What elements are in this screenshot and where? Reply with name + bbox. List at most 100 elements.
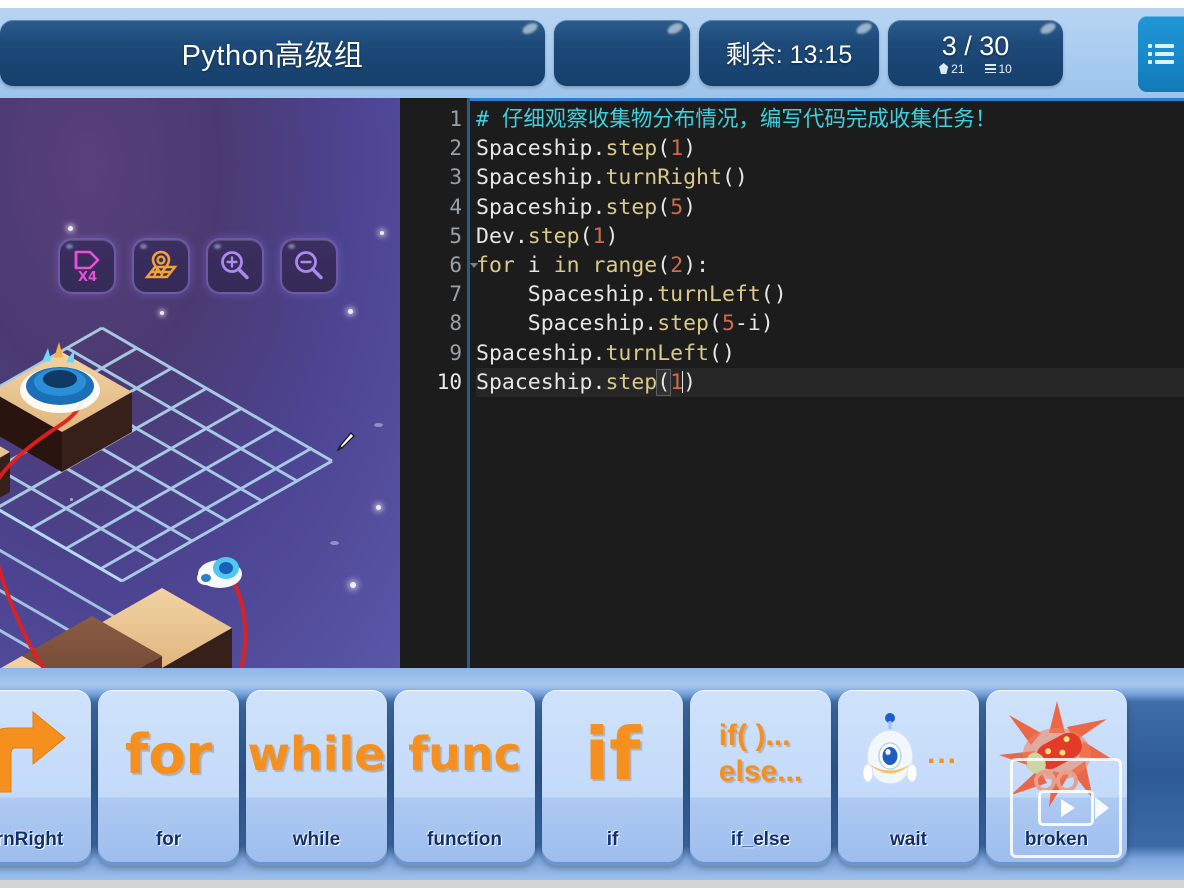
main-area: X4 1 2 3 4 5 6 7 8 9 10 # 仔细观察收集物分布情况，编写… [0, 98, 1184, 668]
block-button-broken[interactable]: broken [986, 690, 1127, 862]
code-token: ( [657, 136, 671, 162]
block-button-wait[interactable]: ... wait [838, 690, 979, 862]
code-token: turnRight [605, 165, 722, 191]
timer-label: 剩余: 13:15 [725, 41, 853, 69]
explosion-icon [998, 701, 1115, 807]
menu-button[interactable] [1138, 16, 1184, 92]
star-decoration [68, 226, 73, 231]
code-line[interactable]: Spaceship.turnRight() [476, 163, 1184, 192]
code-line[interactable]: Spaceship.step(5) [476, 193, 1184, 222]
code-token: ) [605, 223, 619, 249]
map-button[interactable] [132, 238, 190, 294]
code-line[interactable]: # 仔细观察收集物分布情况，编写代码完成收集任务！ [476, 105, 1184, 134]
map-icon [144, 250, 178, 279]
code-token: -i [734, 311, 761, 337]
code-token: ( [657, 252, 671, 278]
code-token: step [605, 194, 658, 220]
block-label: if [606, 829, 619, 850]
code-token: Spaceship. [476, 165, 606, 191]
code-token: () [721, 165, 748, 191]
zoom-out-button[interactable] [280, 238, 338, 294]
block-button-if_else[interactable]: if( )... else... if_else [690, 690, 831, 862]
code-line[interactable]: Spaceship.turnLeft() [476, 280, 1184, 309]
code-token: ): [683, 252, 710, 278]
code-token: turnLeft [605, 340, 710, 366]
svg-text:X4: X4 [78, 270, 97, 283]
keyword-art-text: if [584, 712, 641, 796]
code-token: range [592, 252, 658, 278]
block-list: turnRightforforwhilewhilefuncfunctionifi… [0, 690, 1184, 868]
code-line[interactable]: Spaceship.step(1) [476, 134, 1184, 163]
zoom-out-icon [295, 251, 323, 280]
zoom-in-button[interactable] [206, 238, 264, 294]
page-title: Python高级组 [181, 40, 364, 72]
if-else-art-text: if( )... else... [718, 719, 803, 788]
game-tool-bar: X4 [58, 238, 338, 294]
bottom-strip [0, 880, 1184, 888]
code-token: Spaceship. [476, 194, 606, 220]
code-line[interactable]: Spaceship.step(5-i) [476, 309, 1184, 338]
code-token: ( [579, 223, 593, 249]
block-button-function[interactable]: func function [394, 690, 535, 862]
portal-target [20, 342, 100, 413]
star-decoration [380, 231, 384, 235]
speed-x4-button[interactable]: X4 [58, 238, 116, 294]
line-number: 8 [449, 311, 462, 336]
code-token: step [657, 311, 709, 337]
lines-count: 10 [998, 61, 1012, 76]
block-button-while[interactable]: while while [246, 690, 387, 862]
code-editor[interactable]: 1 2 3 4 5 6 7 8 9 10 # 仔细观察收集物分布情况，编写代码完成收集任务！ Spa… [400, 98, 1184, 668]
lines-icon [984, 64, 996, 73]
block-button-if[interactable]: if if [542, 690, 683, 862]
code-line[interactable]: for i in range(2): [476, 251, 1184, 280]
block-label: while [292, 829, 341, 850]
tab-course-title[interactable]: Python高级组 [0, 20, 545, 86]
header-tabs: Python高级组 剩余: 13:15 3 / 30 21 10 [0, 8, 1140, 98]
tab-timer[interactable]: 剩余: 13:15 [699, 20, 879, 86]
block-button-turnRight[interactable]: turnRight [0, 690, 91, 862]
line-number: 1 [449, 107, 462, 131]
code-token: ( [657, 194, 671, 220]
block-label: if_else [730, 829, 791, 850]
line-number: 7 [449, 282, 462, 307]
tab-blank[interactable] [554, 20, 690, 86]
code-token: for [476, 252, 515, 278]
top-white-strip [0, 0, 1184, 8]
gem-icon [939, 63, 949, 74]
code-line[interactable]: Dev.step(1) [476, 222, 1184, 251]
wait-dots: ... [926, 737, 958, 770]
block-button-for[interactable]: for for [98, 690, 239, 862]
code-token: () [709, 340, 735, 366]
broken-burst-art [986, 690, 1127, 818]
pencil-cursor [336, 432, 355, 452]
isometric-map [0, 326, 333, 668]
code-token: ( [656, 368, 672, 396]
star-decoration [348, 309, 353, 314]
line-number: 9 [449, 340, 462, 365]
code-token: step [605, 136, 658, 162]
line-number: 5 [449, 223, 462, 248]
code-token: 1 [670, 136, 684, 162]
code-token: 5 [670, 194, 684, 220]
keyword-art: if [542, 690, 683, 818]
line-number: 10 [436, 369, 462, 394]
code-token: () [760, 282, 787, 308]
gem-stat: 21 [939, 62, 965, 76]
robot-unit [197, 557, 242, 588]
code-token: Dev. [476, 223, 528, 249]
code-line[interactable]: Spaceship.turnLeft() [476, 339, 1184, 368]
code-token: ) [683, 369, 697, 395]
game-viewport[interactable]: X4 [0, 98, 400, 668]
robot-icon: ... [859, 709, 958, 799]
code-token: Spaceship. [476, 340, 606, 366]
line-number: 6 [400, 251, 478, 280]
code-token: Spaceship. [476, 369, 606, 395]
robot-wait-art: ... [838, 690, 979, 818]
star-decoration [160, 311, 164, 315]
code-line[interactable]: Spaceship.step(1) [476, 367, 1184, 397]
app-header: Python高级组 剩余: 13:15 3 / 30 21 10 [0, 8, 1184, 98]
tab-progress[interactable]: 3 / 30 21 10 [888, 20, 1063, 86]
editor-code-area[interactable]: # 仔细观察收集物分布情况，编写代码完成收集任务！ Spaceship.step(… [470, 98, 1184, 668]
code-token: Spaceship. [476, 282, 658, 308]
